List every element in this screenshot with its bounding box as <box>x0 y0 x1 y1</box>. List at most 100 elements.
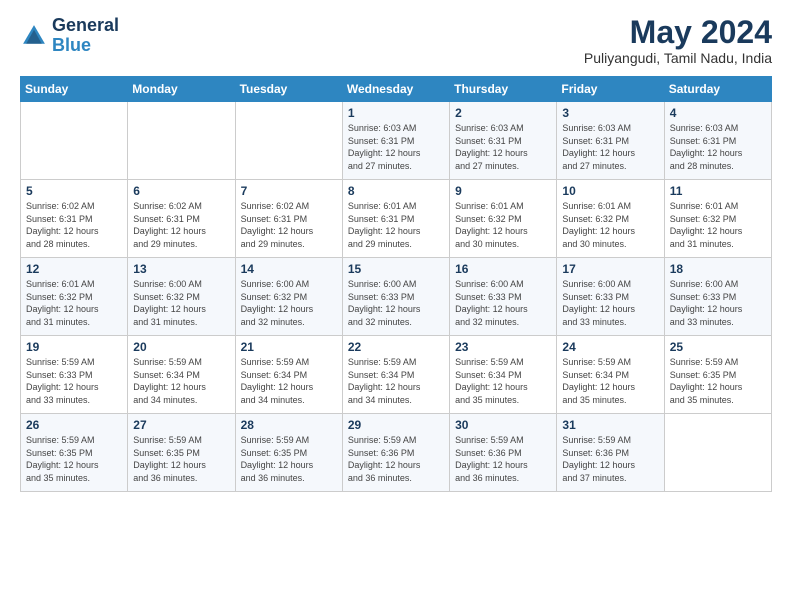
day-info: Sunrise: 5:59 AM Sunset: 6:35 PM Dayligh… <box>670 356 766 406</box>
day-info: Sunrise: 5:59 AM Sunset: 6:33 PM Dayligh… <box>26 356 122 406</box>
calendar-body: 1 Sunrise: 6:03 AM Sunset: 6:31 PM Daylig… <box>21 102 772 492</box>
cell-2-3: 7 Sunrise: 6:02 AM Sunset: 6:31 PM Daylig… <box>235 180 342 258</box>
day-number: 4 <box>670 106 766 120</box>
day-number: 17 <box>562 262 658 276</box>
cell-5-4: 29 Sunrise: 5:59 AM Sunset: 6:36 PM Dayli… <box>342 414 449 492</box>
calendar-header: Sunday Monday Tuesday Wednesday Thursday… <box>21 77 772 102</box>
day-number: 14 <box>241 262 337 276</box>
day-info: Sunrise: 6:00 AM Sunset: 6:33 PM Dayligh… <box>562 278 658 328</box>
cell-3-6: 17 Sunrise: 6:00 AM Sunset: 6:33 PM Dayli… <box>557 258 664 336</box>
cell-4-1: 19 Sunrise: 5:59 AM Sunset: 6:33 PM Dayli… <box>21 336 128 414</box>
day-info: Sunrise: 5:59 AM Sunset: 6:34 PM Dayligh… <box>348 356 444 406</box>
week-row-4: 19 Sunrise: 5:59 AM Sunset: 6:33 PM Dayli… <box>21 336 772 414</box>
week-row-3: 12 Sunrise: 6:01 AM Sunset: 6:32 PM Dayli… <box>21 258 772 336</box>
day-info: Sunrise: 6:00 AM Sunset: 6:32 PM Dayligh… <box>133 278 229 328</box>
logo-icon <box>20 22 48 50</box>
day-info: Sunrise: 6:02 AM Sunset: 6:31 PM Dayligh… <box>26 200 122 250</box>
day-info: Sunrise: 5:59 AM Sunset: 6:35 PM Dayligh… <box>26 434 122 484</box>
day-number: 25 <box>670 340 766 354</box>
cell-1-2 <box>128 102 235 180</box>
day-number: 26 <box>26 418 122 432</box>
cell-3-5: 16 Sunrise: 6:00 AM Sunset: 6:33 PM Dayli… <box>450 258 557 336</box>
logo-line2: Blue <box>52 36 119 56</box>
day-info: Sunrise: 5:59 AM Sunset: 6:34 PM Dayligh… <box>562 356 658 406</box>
cell-2-5: 9 Sunrise: 6:01 AM Sunset: 6:32 PM Daylig… <box>450 180 557 258</box>
day-number: 12 <box>26 262 122 276</box>
day-number: 29 <box>348 418 444 432</box>
cell-3-1: 12 Sunrise: 6:01 AM Sunset: 6:32 PM Dayli… <box>21 258 128 336</box>
cell-5-7 <box>664 414 771 492</box>
day-number: 19 <box>26 340 122 354</box>
day-info: Sunrise: 6:03 AM Sunset: 6:31 PM Dayligh… <box>455 122 551 172</box>
location-subtitle: Puliyangudi, Tamil Nadu, India <box>584 50 772 66</box>
cell-1-1 <box>21 102 128 180</box>
day-info: Sunrise: 5:59 AM Sunset: 6:34 PM Dayligh… <box>455 356 551 406</box>
day-number: 30 <box>455 418 551 432</box>
cell-1-7: 4 Sunrise: 6:03 AM Sunset: 6:31 PM Daylig… <box>664 102 771 180</box>
day-info: Sunrise: 6:01 AM Sunset: 6:32 PM Dayligh… <box>670 200 766 250</box>
cell-4-4: 22 Sunrise: 5:59 AM Sunset: 6:34 PM Dayli… <box>342 336 449 414</box>
day-info: Sunrise: 6:03 AM Sunset: 6:31 PM Dayligh… <box>348 122 444 172</box>
cell-1-4: 1 Sunrise: 6:03 AM Sunset: 6:31 PM Daylig… <box>342 102 449 180</box>
cell-5-1: 26 Sunrise: 5:59 AM Sunset: 6:35 PM Dayli… <box>21 414 128 492</box>
cell-4-6: 24Sunrise: 5:59 AM Sunset: 6:34 PM Dayli… <box>557 336 664 414</box>
cell-3-2: 13Sunrise: 6:00 AM Sunset: 6:32 PM Dayli… <box>128 258 235 336</box>
day-info: Sunrise: 6:01 AM Sunset: 6:32 PM Dayligh… <box>455 200 551 250</box>
day-info: Sunrise: 6:01 AM Sunset: 6:32 PM Dayligh… <box>26 278 122 328</box>
cell-3-7: 18Sunrise: 6:00 AM Sunset: 6:33 PM Dayli… <box>664 258 771 336</box>
col-thursday: Thursday <box>450 77 557 102</box>
col-saturday: Saturday <box>664 77 771 102</box>
day-number: 1 <box>348 106 444 120</box>
cell-2-6: 10 Sunrise: 6:01 AM Sunset: 6:32 PM Dayli… <box>557 180 664 258</box>
week-row-1: 1 Sunrise: 6:03 AM Sunset: 6:31 PM Daylig… <box>21 102 772 180</box>
cell-2-7: 11 Sunrise: 6:01 AM Sunset: 6:32 PM Dayli… <box>664 180 771 258</box>
month-title: May 2024 <box>584 16 772 48</box>
day-info: Sunrise: 6:01 AM Sunset: 6:31 PM Dayligh… <box>348 200 444 250</box>
day-info: Sunrise: 6:00 AM Sunset: 6:33 PM Dayligh… <box>348 278 444 328</box>
col-wednesday: Wednesday <box>342 77 449 102</box>
day-number: 9 <box>455 184 551 198</box>
day-info: Sunrise: 6:02 AM Sunset: 6:31 PM Dayligh… <box>241 200 337 250</box>
day-number: 22 <box>348 340 444 354</box>
day-number: 11 <box>670 184 766 198</box>
day-info: Sunrise: 5:59 AM Sunset: 6:34 PM Dayligh… <box>241 356 337 406</box>
day-info: Sunrise: 6:00 AM Sunset: 6:32 PM Dayligh… <box>241 278 337 328</box>
day-info: Sunrise: 6:03 AM Sunset: 6:31 PM Dayligh… <box>670 122 766 172</box>
cell-1-6: 3 Sunrise: 6:03 AM Sunset: 6:31 PM Daylig… <box>557 102 664 180</box>
day-number: 21 <box>241 340 337 354</box>
cell-3-4: 15Sunrise: 6:00 AM Sunset: 6:33 PM Dayli… <box>342 258 449 336</box>
day-info: Sunrise: 6:03 AM Sunset: 6:31 PM Dayligh… <box>562 122 658 172</box>
header: General Blue May 2024 Puliyangudi, Tamil… <box>20 16 772 66</box>
cell-2-1: 5Sunrise: 6:02 AM Sunset: 6:31 PM Daylig… <box>21 180 128 258</box>
day-info: Sunrise: 5:59 AM Sunset: 6:36 PM Dayligh… <box>455 434 551 484</box>
cell-2-2: 6Sunrise: 6:02 AM Sunset: 6:31 PM Daylig… <box>128 180 235 258</box>
day-number: 31 <box>562 418 658 432</box>
cell-5-6: 31Sunrise: 5:59 AM Sunset: 6:36 PM Dayli… <box>557 414 664 492</box>
day-info: Sunrise: 6:02 AM Sunset: 6:31 PM Dayligh… <box>133 200 229 250</box>
day-info: Sunrise: 5:59 AM Sunset: 6:36 PM Dayligh… <box>348 434 444 484</box>
week-row-2: 5Sunrise: 6:02 AM Sunset: 6:31 PM Daylig… <box>21 180 772 258</box>
day-info: Sunrise: 5:59 AM Sunset: 6:35 PM Dayligh… <box>133 434 229 484</box>
day-number: 7 <box>241 184 337 198</box>
cell-3-3: 14 Sunrise: 6:00 AM Sunset: 6:32 PM Dayli… <box>235 258 342 336</box>
day-number: 2 <box>455 106 551 120</box>
cell-2-4: 8 Sunrise: 6:01 AM Sunset: 6:31 PM Daylig… <box>342 180 449 258</box>
day-info: Sunrise: 5:59 AM Sunset: 6:34 PM Dayligh… <box>133 356 229 406</box>
day-number: 8 <box>348 184 444 198</box>
day-number: 3 <box>562 106 658 120</box>
day-number: 10 <box>562 184 658 198</box>
day-number: 16 <box>455 262 551 276</box>
cell-5-2: 27 Sunrise: 5:59 AM Sunset: 6:35 PM Dayli… <box>128 414 235 492</box>
day-info: Sunrise: 5:59 AM Sunset: 6:35 PM Dayligh… <box>241 434 337 484</box>
col-sunday: Sunday <box>21 77 128 102</box>
logo-line1: General <box>52 16 119 36</box>
day-info: Sunrise: 6:00 AM Sunset: 6:33 PM Dayligh… <box>670 278 766 328</box>
logo: General Blue <box>20 16 119 56</box>
day-info: Sunrise: 6:01 AM Sunset: 6:32 PM Dayligh… <box>562 200 658 250</box>
day-number: 27 <box>133 418 229 432</box>
cell-1-5: 2 Sunrise: 6:03 AM Sunset: 6:31 PM Daylig… <box>450 102 557 180</box>
day-number: 28 <box>241 418 337 432</box>
day-info: Sunrise: 6:00 AM Sunset: 6:33 PM Dayligh… <box>455 278 551 328</box>
title-area: May 2024 Puliyangudi, Tamil Nadu, India <box>584 16 772 66</box>
cell-4-5: 23Sunrise: 5:59 AM Sunset: 6:34 PM Dayli… <box>450 336 557 414</box>
